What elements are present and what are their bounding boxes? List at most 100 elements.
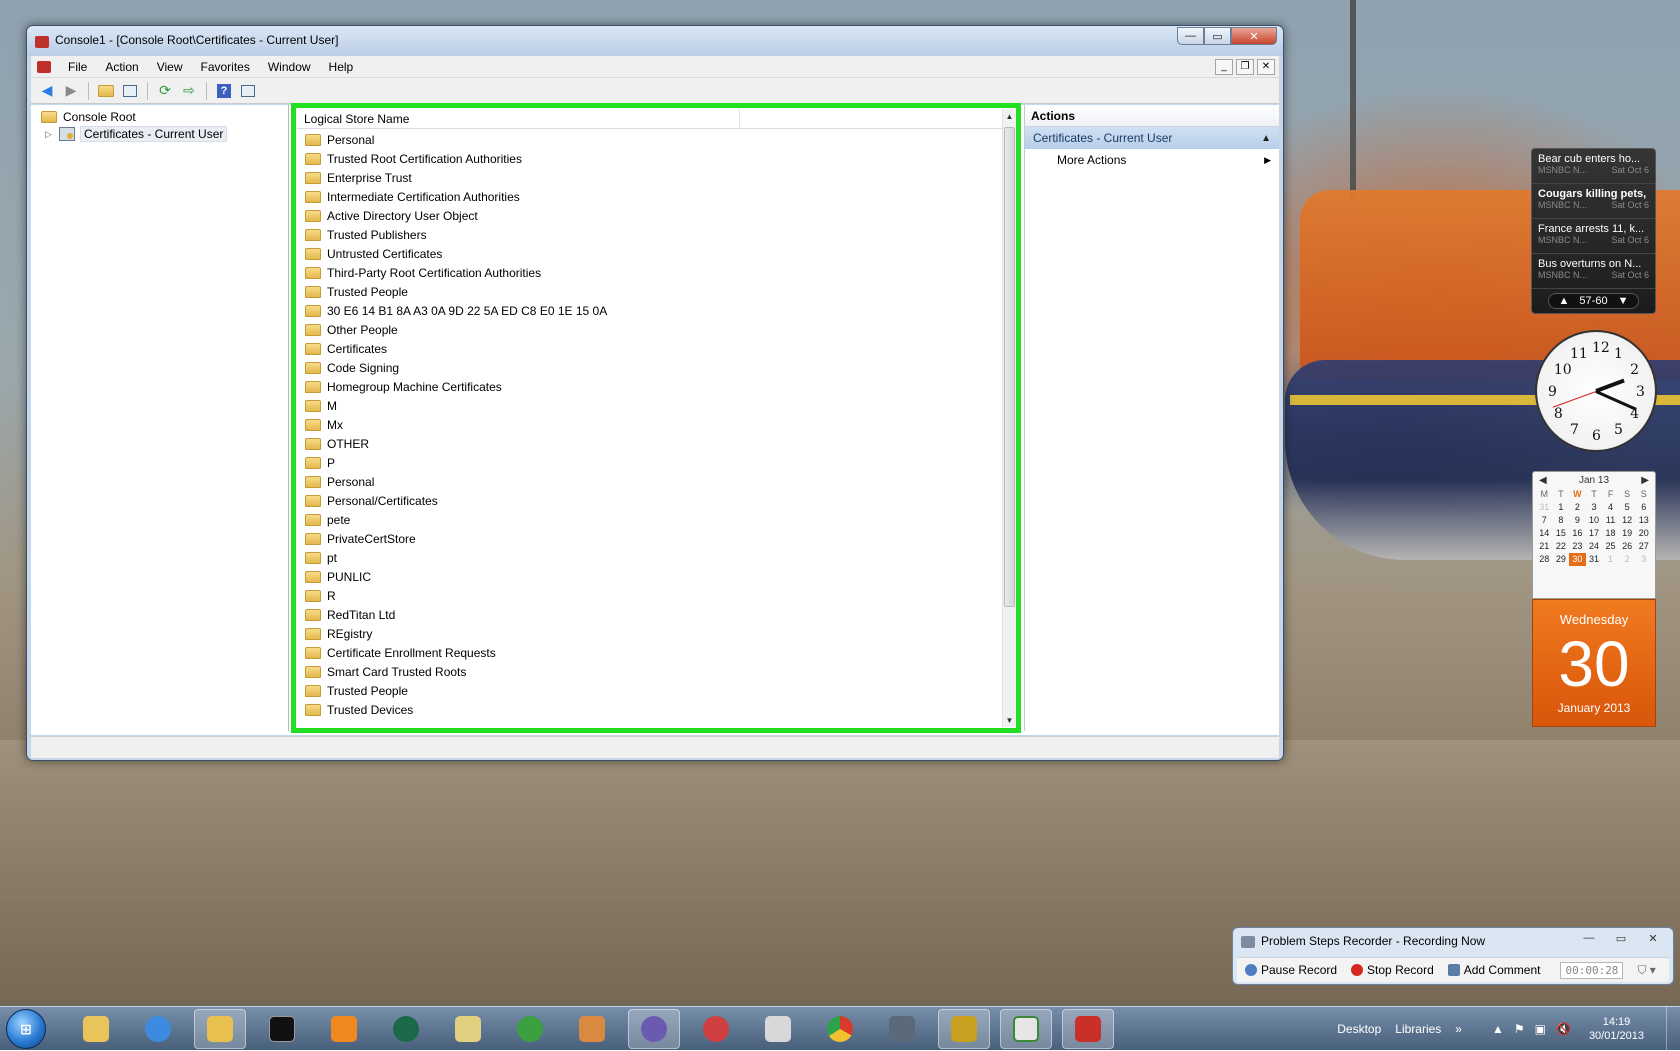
refresh-icon[interactable]: ⟳ xyxy=(155,82,175,100)
taskbar-steps-recorder-icon[interactable] xyxy=(1000,1009,1052,1049)
taskbar-accessibility-icon[interactable] xyxy=(504,1009,556,1049)
list-item[interactable]: Mx xyxy=(297,415,1008,434)
list-item[interactable]: 30 E6 14 B1 8A A3 0A 9D 22 5A ED C8 E0 1… xyxy=(297,301,1008,320)
more-actions-item[interactable]: More Actions ▶ xyxy=(1025,149,1279,171)
calendar-day[interactable]: 3 xyxy=(1586,501,1603,514)
news-item[interactable]: Cougars killing pets, ... MSNBC N... Sat O… xyxy=(1532,184,1655,219)
calendar-day[interactable]: 6 xyxy=(1635,501,1652,514)
taskbar-chrome-icon[interactable] xyxy=(814,1009,866,1049)
back-arrow-icon[interactable]: ◀ xyxy=(37,82,57,100)
list-item[interactable]: Third-Party Root Certification Authoriti… xyxy=(297,263,1008,282)
mdi-restore-button[interactable]: ❐ xyxy=(1236,58,1254,75)
up-folder-icon[interactable] xyxy=(96,82,116,100)
toolbar-overflow-icon[interactable]: » xyxy=(1455,1022,1462,1036)
calendar-day[interactable]: 21 xyxy=(1536,540,1553,553)
tree-node-certificates[interactable]: ▷ Certificates - Current User xyxy=(45,125,228,143)
scrollbar-thumb[interactable] xyxy=(1004,127,1015,607)
list-item[interactable]: Trusted Publishers xyxy=(297,225,1008,244)
collapse-arrow-icon[interactable]: ▲ xyxy=(1261,133,1271,144)
help-icon[interactable]: ? xyxy=(214,82,234,100)
calendar-day[interactable]: 26 xyxy=(1619,540,1636,553)
calendar-day[interactable]: 18 xyxy=(1602,527,1619,540)
taskbar-media-player-icon[interactable] xyxy=(318,1009,370,1049)
libraries-toolbar-link[interactable]: Libraries xyxy=(1395,1022,1441,1036)
calendar-day[interactable]: 22 xyxy=(1553,540,1570,553)
action-center-flag-icon[interactable]: ⚑ xyxy=(1514,1022,1525,1036)
list-item[interactable]: Untrusted Certificates xyxy=(297,244,1008,263)
vertical-scrollbar[interactable]: ▲ ▼ xyxy=(1002,109,1015,727)
list-item[interactable]: Personal xyxy=(297,472,1008,491)
calendar-day[interactable]: 20 xyxy=(1635,527,1652,540)
calendar-day[interactable]: 13 xyxy=(1635,514,1652,527)
scroll-up-arrow-icon[interactable]: ▲ xyxy=(1003,109,1016,123)
menu-window[interactable]: Window xyxy=(259,60,320,74)
calendar-day[interactable]: 27 xyxy=(1635,540,1652,553)
taskbar-explorer-folder-icon[interactable] xyxy=(70,1009,122,1049)
calendar-day[interactable]: 29 xyxy=(1553,553,1570,566)
psr-close-button[interactable]: ✕ xyxy=(1639,930,1667,946)
news-next-icon[interactable]: ▼ xyxy=(1618,295,1629,307)
tree-node-console-root[interactable]: Console Root xyxy=(41,108,136,126)
list-item[interactable]: Homegroup Machine Certificates xyxy=(297,377,1008,396)
taskbar-command-prompt-icon[interactable] xyxy=(256,1009,308,1049)
list-item[interactable]: Code Signing xyxy=(297,358,1008,377)
psr-maximize-button[interactable]: ▭ xyxy=(1607,930,1635,946)
console-icon[interactable] xyxy=(37,60,51,73)
calendar-day[interactable]: 10 xyxy=(1586,514,1603,527)
news-item[interactable]: Bus overturns on N... MSNBC N... Sat Oct 6 xyxy=(1532,254,1655,289)
menu-view[interactable]: View xyxy=(148,60,192,74)
list-item[interactable]: PUNLIC xyxy=(297,567,1008,586)
clock-gadget[interactable]: 12 1 2 3 4 5 6 7 8 9 10 11 xyxy=(1535,330,1657,452)
calendar-day[interactable]: 7 xyxy=(1536,514,1553,527)
mdi-close-button[interactable]: ✕ xyxy=(1257,58,1275,75)
calendar-day[interactable]: 8 xyxy=(1553,514,1570,527)
list-item[interactable]: PrivateCertStore xyxy=(297,529,1008,548)
list-item[interactable]: Personal/Certificates xyxy=(297,491,1008,510)
taskbar-pen-icon[interactable] xyxy=(876,1009,928,1049)
calendar-day[interactable]: 5 xyxy=(1619,501,1636,514)
calendar-day[interactable]: 12 xyxy=(1619,514,1636,527)
list-item[interactable]: Active Directory User Object xyxy=(297,206,1008,225)
taskbar-internet-explorer-icon[interactable] xyxy=(132,1009,184,1049)
list-item[interactable]: REgistry xyxy=(297,624,1008,643)
actions-section-certificates[interactable]: Certificates - Current User ▲ xyxy=(1025,127,1279,149)
menu-favorites[interactable]: Favorites xyxy=(192,60,259,74)
list-item[interactable]: Smart Card Trusted Roots xyxy=(297,662,1008,681)
show-hidden-icons-icon[interactable]: ▲ xyxy=(1492,1022,1504,1036)
calendar-day[interactable]: 31 xyxy=(1536,501,1553,514)
calendar-day[interactable]: 16 xyxy=(1569,527,1586,540)
list-item[interactable]: Enterprise Trust xyxy=(297,168,1008,187)
list-item[interactable]: Trusted People xyxy=(297,681,1008,700)
expand-arrow-icon[interactable]: ▷ xyxy=(45,129,55,140)
taskbar-paint-icon[interactable] xyxy=(566,1009,618,1049)
taskbar-media-center-icon[interactable] xyxy=(380,1009,432,1049)
list-item[interactable]: Trusted People xyxy=(297,282,1008,301)
title-bar[interactable]: Console1 - [Console Root\Certificates - … xyxy=(27,26,1283,56)
column-header-logical-store-name[interactable]: Logical Store Name xyxy=(297,109,740,128)
show-hide-action-pane-icon[interactable] xyxy=(238,82,258,100)
list-item[interactable]: R xyxy=(297,586,1008,605)
list-item[interactable]: Intermediate Certification Authorities xyxy=(297,187,1008,206)
calendar-day[interactable]: 11 xyxy=(1602,514,1619,527)
list-item[interactable]: Certificates xyxy=(297,339,1008,358)
calendar-day-view[interactable]: Wednesday 30 January 2013 xyxy=(1532,599,1656,727)
stop-record-button[interactable]: Stop Record xyxy=(1351,963,1434,977)
mmc-app-icon[interactable] xyxy=(35,36,49,48)
taskbar-clock-app-icon[interactable] xyxy=(628,1009,680,1049)
taskbar-seven-app-icon[interactable] xyxy=(938,1009,990,1049)
calendar-day[interactable]: 4 xyxy=(1602,501,1619,514)
list-item[interactable]: pt xyxy=(297,548,1008,567)
calendar-day[interactable]: 9 xyxy=(1569,514,1586,527)
network-icon[interactable]: ▣ xyxy=(1535,1022,1546,1036)
list-item[interactable]: RedTitan Ltd xyxy=(297,605,1008,624)
psr-help-icon[interactable]: ⛉ ▾ xyxy=(1637,963,1655,978)
show-desktop-button[interactable] xyxy=(1666,1007,1680,1051)
psr-minimize-button[interactable]: — xyxy=(1575,930,1603,946)
menu-file[interactable]: File xyxy=(59,60,96,74)
list-item[interactable]: Certificate Enrollment Requests xyxy=(297,643,1008,662)
list-item[interactable]: Other People xyxy=(297,320,1008,339)
list-item[interactable]: Trusted Root Certification Authorities xyxy=(297,149,1008,168)
list-item[interactable]: Personal xyxy=(297,130,1008,149)
calendar-day[interactable]: 25 xyxy=(1602,540,1619,553)
close-button[interactable]: ✕ xyxy=(1231,27,1277,45)
